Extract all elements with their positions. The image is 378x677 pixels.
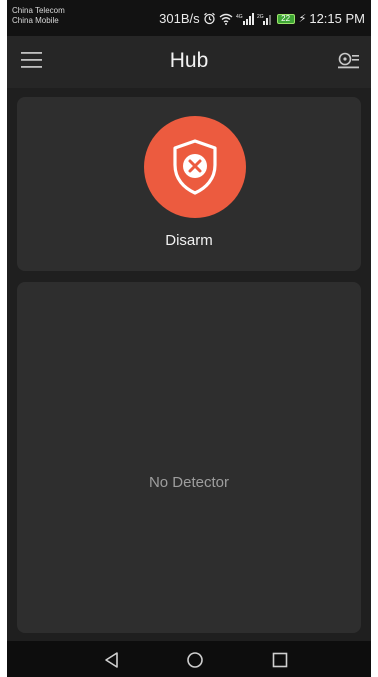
disarm-button[interactable] xyxy=(144,116,246,218)
svg-text:2G: 2G xyxy=(257,14,264,20)
alarm-icon xyxy=(203,12,215,25)
empty-state-message: No Detector xyxy=(148,474,230,491)
camera-settings-button[interactable] xyxy=(337,50,361,72)
signal-icon: 4G xyxy=(236,12,254,25)
status-indicators: 301B/s 4G 2G 22 ⚡ 12:15 PM xyxy=(159,11,365,26)
carrier-2: China Mobile xyxy=(12,16,59,25)
recent-apps-button[interactable] xyxy=(271,651,289,669)
back-icon xyxy=(105,652,118,668)
detector-list-card: No Detector xyxy=(17,282,361,633)
wifi-icon xyxy=(219,13,233,25)
charging-icon: ⚡ xyxy=(298,13,307,25)
arm-status-card: Disarm xyxy=(17,97,361,271)
app-bar: Hub xyxy=(7,36,371,88)
phone-screen: China Telecom China Mobile 301B/s 4G 2G … xyxy=(7,0,371,677)
signal-icon: 2G xyxy=(257,14,271,25)
arm-status-label: Disarm xyxy=(165,232,213,249)
home-button[interactable] xyxy=(186,651,204,669)
network-speed: 301B/s xyxy=(159,11,200,26)
page-title: Hub xyxy=(169,49,209,72)
svg-text:4G: 4G xyxy=(236,14,243,20)
battery-icon: 22 xyxy=(276,13,295,24)
status-bar: China Telecom China Mobile 301B/s 4G 2G … xyxy=(7,0,371,36)
carrier-info: China Telecom China Mobile xyxy=(12,6,65,26)
home-icon xyxy=(187,652,203,668)
carrier-1: China Telecom xyxy=(12,6,65,15)
camera-settings-icon xyxy=(338,52,359,69)
clock: 12:15 PM xyxy=(309,11,365,26)
system-nav-bar xyxy=(7,641,371,677)
back-button[interactable] xyxy=(103,651,121,669)
shield-x-icon xyxy=(173,139,217,195)
recent-apps-icon xyxy=(272,652,288,668)
